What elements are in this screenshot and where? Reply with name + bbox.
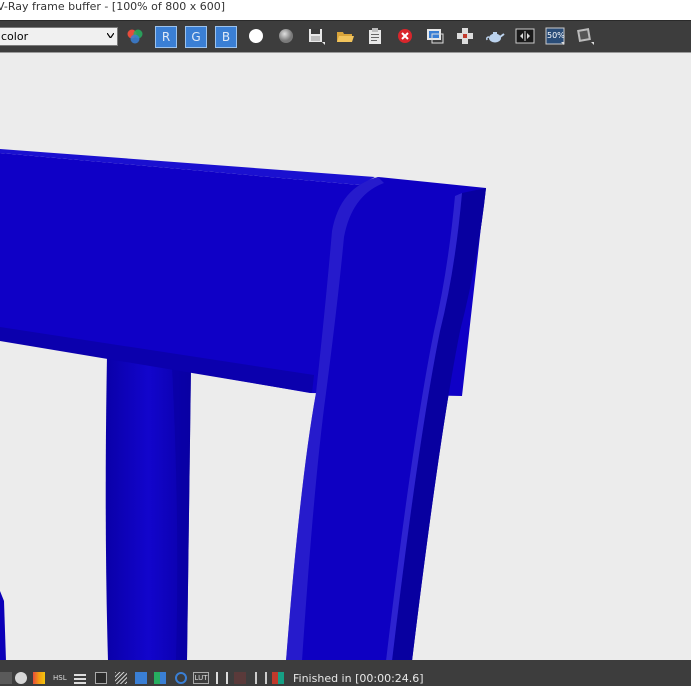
gray-circle-icon[interactable] bbox=[275, 25, 297, 47]
stereo-icon[interactable] bbox=[272, 672, 284, 684]
lut-file-icon[interactable] bbox=[234, 672, 246, 684]
blue-channel-button[interactable]: B bbox=[215, 26, 237, 48]
rendered-chair-image bbox=[0, 149, 486, 660]
track-mouse-icon[interactable] bbox=[424, 25, 446, 47]
histogram-icon[interactable] bbox=[115, 672, 127, 684]
zoom-50-icon[interactable]: 50% bbox=[544, 25, 566, 47]
hsl-icon[interactable]: HSL bbox=[53, 672, 67, 684]
region-render-icon[interactable] bbox=[454, 25, 476, 47]
curves-icon[interactable] bbox=[95, 672, 107, 684]
exposure-icon[interactable] bbox=[135, 672, 147, 684]
status-bar: HSL LUT Finished in [00:00:24.6] bbox=[0, 660, 691, 686]
compare-ab-icon[interactable] bbox=[514, 25, 536, 47]
stop-icon[interactable] bbox=[0, 672, 12, 684]
render-status-text: Finished in [00:00:24.6] bbox=[293, 672, 424, 685]
correction-h-icon[interactable] bbox=[255, 672, 267, 684]
info-icon[interactable] bbox=[15, 672, 27, 684]
lut-icon[interactable] bbox=[175, 672, 187, 684]
render-settings-icon[interactable] bbox=[574, 25, 596, 47]
window-title-bar: V-Ray frame buffer - [100% of 800 x 600] bbox=[0, 0, 691, 20]
clear-icon[interactable] bbox=[394, 25, 416, 47]
zoom-badge: 50% bbox=[547, 31, 565, 40]
open-folder-icon[interactable] bbox=[334, 25, 356, 47]
channel-select[interactable]: color bbox=[0, 27, 118, 46]
window-title: V-Ray frame buffer - [100% of 800 x 600] bbox=[0, 0, 226, 13]
chevron-down-icon bbox=[107, 33, 114, 38]
toolbar: color R G B 50% bbox=[0, 20, 691, 52]
white-circle-icon[interactable] bbox=[245, 25, 267, 47]
whitebalance-icon[interactable] bbox=[154, 672, 166, 684]
save-icon[interactable] bbox=[305, 25, 327, 47]
ocio-icon[interactable]: LUT bbox=[193, 672, 209, 684]
color-gradient-icon[interactable] bbox=[33, 672, 45, 684]
teapot-render-icon[interactable] bbox=[484, 25, 506, 47]
rgb-channels-icon[interactable] bbox=[124, 25, 146, 47]
red-channel-button[interactable]: R bbox=[155, 26, 177, 48]
green-channel-button[interactable]: G bbox=[185, 26, 207, 48]
render-viewport[interactable] bbox=[0, 52, 691, 660]
lens-icon[interactable] bbox=[216, 672, 228, 684]
levels-icon[interactable] bbox=[74, 672, 86, 684]
copy-clipboard-icon[interactable] bbox=[364, 25, 386, 47]
channel-select-value: color bbox=[1, 30, 29, 43]
